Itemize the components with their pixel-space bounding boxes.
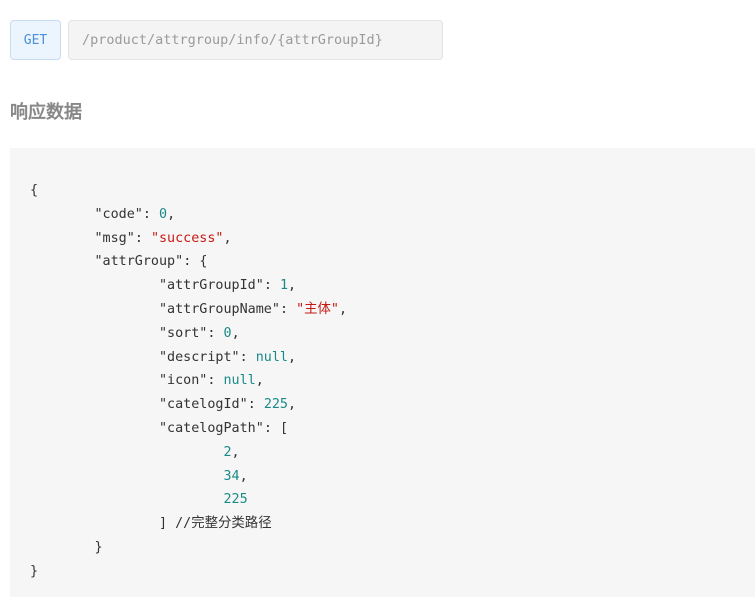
json-value-descript: null: [255, 349, 288, 365]
json-key-catelogpath: "catelogPath": [159, 420, 264, 436]
json-key-sort: "sort": [159, 325, 208, 341]
json-value-sort: 0: [223, 325, 232, 341]
response-data-heading: 响应数据: [10, 102, 82, 123]
json-catelogpath-close: ]: [159, 516, 168, 532]
json-key-attrgroup: "attrGroup": [94, 254, 184, 270]
json-key-catelogid: "catelogId": [159, 397, 248, 413]
json-value-code: 0: [159, 206, 168, 222]
json-catelogpath-item: 2: [223, 444, 232, 460]
http-method-badge: GET: [10, 20, 61, 60]
json-attrgroup-close: }: [94, 539, 103, 555]
json-value-icon: null: [223, 373, 256, 389]
json-value-catelogid: 225: [263, 397, 288, 413]
json-key-descript: "descript": [159, 349, 240, 365]
json-key-attrgroupname: "attrGroupName": [159, 301, 280, 317]
json-close-brace: }: [30, 563, 39, 579]
endpoint-path: /product/attrgroup/info/{attrGroupId}: [68, 20, 443, 60]
json-key-attrgroupid: "attrGroupId": [159, 278, 264, 294]
json-catelogpath-item: 225: [223, 492, 248, 508]
json-open-brace: {: [30, 183, 39, 198]
json-key-code: "code": [94, 206, 143, 222]
json-catelogpath-comment: //完整分类路径: [175, 516, 272, 532]
response-json-code-block: { "code": 0, "msg": "success", "attrGrou…: [10, 148, 755, 597]
json-value-msg: "success": [150, 230, 224, 246]
endpoint-row: GET /product/attrgroup/info/{attrGroupId…: [10, 20, 443, 60]
json-value-attrgroupname: "主体": [296, 301, 339, 317]
json-attrgroup-open: {: [199, 254, 208, 270]
json-key-msg: "msg": [94, 230, 135, 246]
json-catelogpath-item: 34: [223, 468, 240, 484]
json-key-icon: "icon": [159, 373, 208, 389]
json-value-attrgroupid: 1: [279, 278, 288, 294]
json-catelogpath-open: [: [279, 420, 288, 436]
